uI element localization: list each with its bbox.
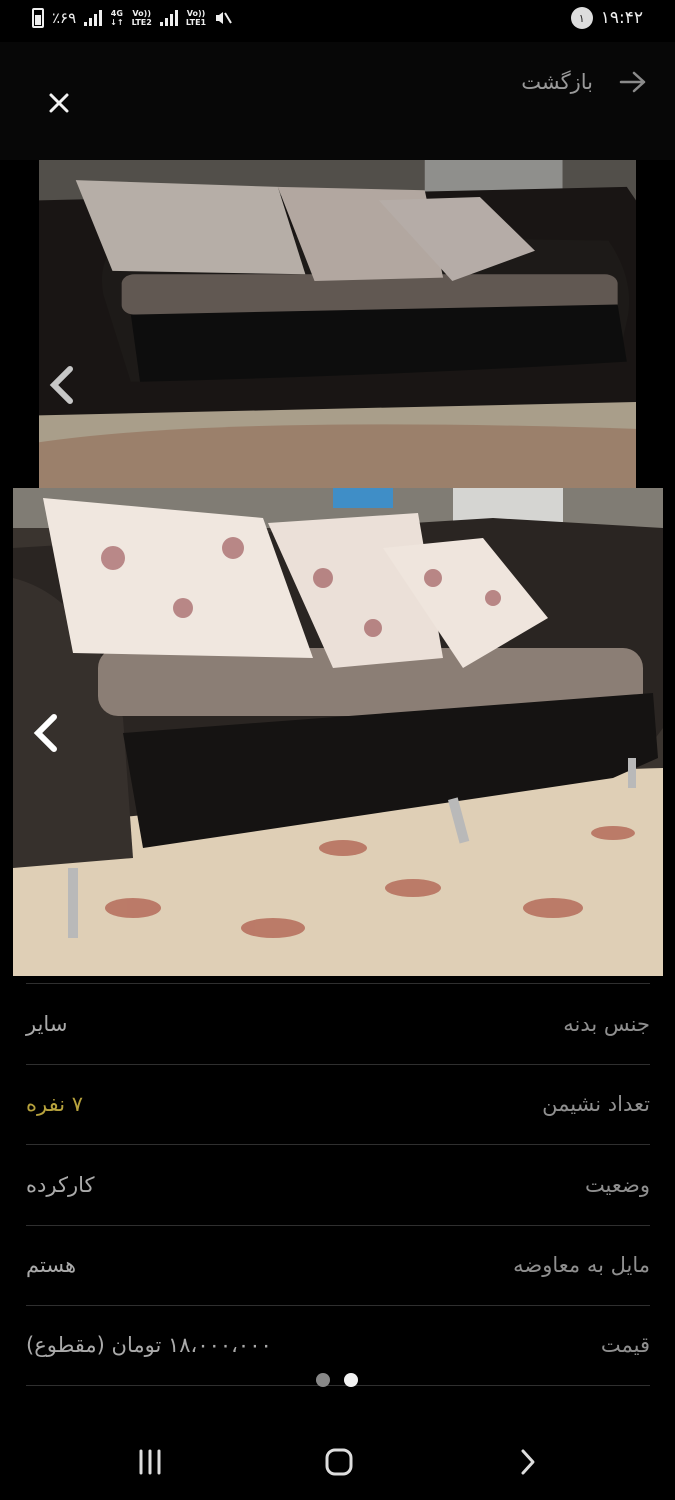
spec-value: ۱۸،۰۰۰،۰۰۰ تومان (مقطوع) xyxy=(26,1333,272,1358)
spec-value: ۷ نفره xyxy=(26,1092,84,1117)
sofa-image xyxy=(13,488,663,976)
volte-2-indicator: Vo)) LTE2 xyxy=(131,9,152,27)
spec-label: قیمت xyxy=(600,1333,650,1358)
status-bar: ٪۶۹ 4G ↓↑ Vo)) LTE2 Vo)) LTE1 ۱ ۱۹:۴۲ xyxy=(0,0,675,42)
recent-apps-button[interactable] xyxy=(120,1442,180,1482)
back-label: بازگشت xyxy=(521,70,593,94)
gallery-prev-button-current[interactable] xyxy=(31,713,61,753)
back-nav-button[interactable] xyxy=(498,1442,558,1482)
header-bar xyxy=(0,42,675,160)
spec-label: مایل به معاوضه xyxy=(513,1253,650,1278)
spec-label: تعداد نشیمن xyxy=(542,1092,650,1117)
spec-row-seats: ۷ نفره تعداد نشیمن xyxy=(26,1063,650,1145)
sofa-image xyxy=(39,160,636,488)
signal-2-icon xyxy=(159,10,178,26)
home-icon xyxy=(325,1448,353,1476)
spec-value: هستم xyxy=(26,1253,77,1278)
volte-1-indicator: Vo)) LTE1 xyxy=(185,9,207,27)
recent-apps-icon xyxy=(139,1449,161,1475)
gallery-prev-button[interactable] xyxy=(47,365,77,405)
status-left: ٪۶۹ 4G ↓↑ Vo)) LTE2 Vo)) LTE1 xyxy=(32,8,232,28)
gallery-pagination xyxy=(316,1373,358,1387)
muted-speaker-icon xyxy=(216,12,232,24)
notification-badge: ۱ xyxy=(570,7,593,29)
battery-icon xyxy=(32,8,44,28)
close-button[interactable] xyxy=(40,84,78,122)
chevron-left-icon xyxy=(49,366,73,404)
chevron-left-icon xyxy=(33,714,57,752)
spec-value: سایر xyxy=(26,1011,68,1036)
spec-row-body-material: سایر جنس بدنه xyxy=(26,983,650,1064)
back-link[interactable]: بازگشت xyxy=(521,70,647,94)
spec-row-condition: کارکرده وضعیت xyxy=(26,1144,650,1225)
system-nav-bar xyxy=(0,1420,675,1500)
battery-level: ٪۶۹ xyxy=(52,9,77,27)
specs-list: سایر جنس بدنه ۷ نفره تعداد نشیمن کارکرده… xyxy=(26,983,650,1386)
spec-row-exchange: هستم مایل به معاوضه xyxy=(26,1224,650,1306)
pagination-dot-1[interactable] xyxy=(316,1373,330,1387)
spec-value: کارکرده xyxy=(26,1172,95,1197)
pagination-dot-2[interactable] xyxy=(344,1373,358,1387)
home-button[interactable] xyxy=(309,1442,369,1482)
sofa-photo-current[interactable] xyxy=(13,488,663,976)
status-right: ۱ ۱۹:۴۲ xyxy=(570,7,643,29)
close-icon xyxy=(49,93,69,113)
clock: ۱۹:۴۲ xyxy=(600,8,643,28)
spec-label: وضعیت xyxy=(584,1172,650,1197)
sofa-photo-previous[interactable] xyxy=(39,160,636,488)
back-icon xyxy=(521,1449,535,1475)
spec-label: جنس بدنه xyxy=(563,1011,650,1036)
signal-icon xyxy=(84,10,103,26)
network-4g-indicator: 4G ↓↑ xyxy=(110,9,124,27)
arrow-right-icon xyxy=(619,71,646,93)
